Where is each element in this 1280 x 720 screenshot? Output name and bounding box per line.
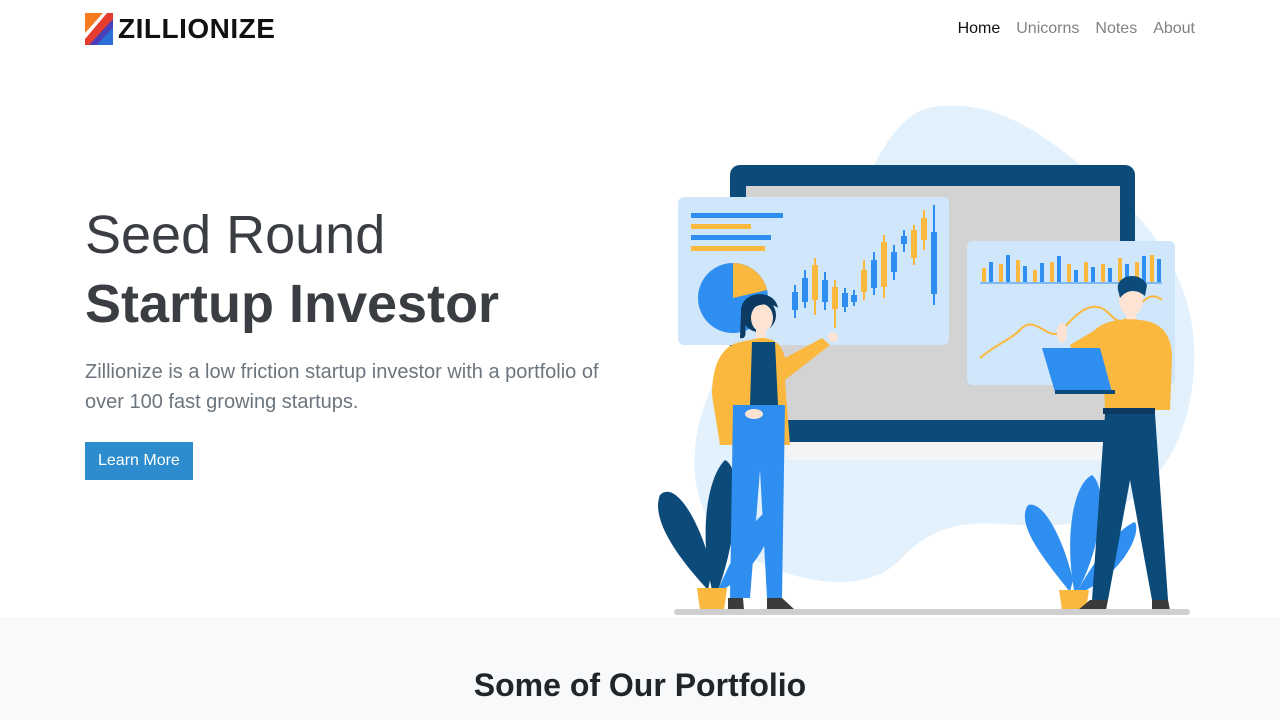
nav-link-about[interactable]: About [1153,20,1195,37]
navbar: ZILLIONIZE Home Unicorns Notes About [0,0,1280,60]
portfolio-heading: Some of Our Portfolio [473,667,807,703]
hero-lead: Zillionize is a low friction startup inv… [85,361,599,413]
hero-title-line1: Seed Round [85,205,386,265]
hero-title: Seed Round Startup Investor [85,203,625,339]
nav-link-notes[interactable]: Notes [1095,20,1137,37]
nav-link-home[interactable]: Home [958,20,1001,37]
investors-presentation-illustration [658,105,1195,615]
main-nav: Home Unicorns Notes About [942,18,1195,40]
nav-link-unicorns[interactable]: Unicorns [1016,20,1079,37]
hero-title-line2: Startup Investor [85,274,500,334]
portfolio-section: Some of Our Portfolio [0,617,1280,720]
brand-name: ZILLIONIZE [118,13,276,44]
learn-more-button[interactable]: Learn More [85,442,193,480]
brand-logo-link[interactable]: ZILLIONIZE [85,13,275,45]
hero-section: Seed Round Startup Investor Zillionize i… [85,203,625,480]
zillionize-logo-icon [85,13,113,45]
